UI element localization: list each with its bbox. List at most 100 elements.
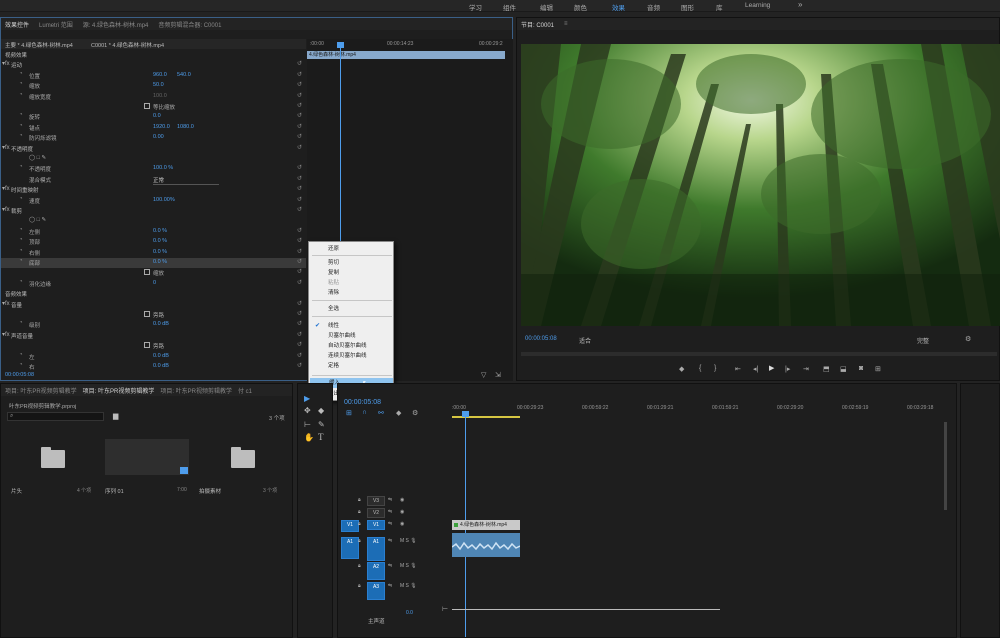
sync-lock-icon[interactable]: ⇋	[388, 521, 392, 527]
menu-continuous-bezier[interactable]: 连续贝塞尔曲线	[309, 351, 395, 361]
tab-project-extra[interactable]: 付 c1	[238, 386, 252, 395]
effect-row[interactable]: 右 ◔ 0.0 dB ↺	[1, 362, 306, 372]
effect-property-value-y[interactable]: 1080.0	[177, 124, 194, 130]
type-tool-icon[interactable]: T	[318, 432, 324, 442]
slip-tool-icon[interactable]: ⊢	[304, 420, 311, 429]
effect-property-value[interactable]: 0.0 %	[153, 228, 167, 234]
bin-thumbnail[interactable]	[7, 426, 97, 482]
effect-property-value[interactable]: 50.0	[153, 82, 164, 88]
lock-track-icon[interactable]: 🔒︎	[358, 538, 361, 544]
tab-lumetri-scopes[interactable]: Lumetri 范围	[39, 20, 73, 29]
tab-audio-clip-mixer[interactable]: 音频剪辑混合器: C0001	[158, 20, 221, 29]
effect-row[interactable]: 级别 ◔ 0.0 dB ↺	[1, 320, 306, 330]
menu-auto-bezier[interactable]: 自动贝塞尔曲线	[309, 341, 395, 351]
effect-property-value[interactable]: 0.0 %	[153, 249, 167, 255]
lock-track-icon[interactable]: 🔒︎	[358, 521, 361, 527]
mute-solo-voice-icon[interactable]: M S 🎙︎	[400, 538, 417, 544]
lock-track-icon[interactable]: 🔒︎	[358, 509, 361, 515]
checkbox[interactable]	[144, 311, 150, 317]
effect-row[interactable]: 不透明度 ◔ 100.0 % ↺	[1, 164, 306, 174]
effect-row[interactable]: 旁路 ↺	[1, 341, 306, 351]
export-frame-icon[interactable]: ◙	[859, 365, 863, 372]
add-icon[interactable]: ⊞	[875, 365, 881, 373]
mark-in-icon[interactable]: {	[699, 365, 701, 372]
reset-parameter-icon[interactable]: ↺	[297, 341, 302, 348]
reset-parameter-icon[interactable]: ↺	[297, 81, 302, 88]
hand-tool-icon[interactable]: ✋	[304, 433, 314, 442]
master-clip-label[interactable]: 主要 * 4.绿色森林-树林.mp4	[5, 41, 73, 49]
effect-property-value[interactable]: 0.0 dB	[153, 321, 169, 327]
stopwatch-icon[interactable]: ◔	[19, 196, 23, 202]
workspace-tab[interactable]: 编辑	[540, 2, 553, 12]
ec-filter-icon[interactable]: ▽	[481, 371, 486, 379]
reset-parameter-icon[interactable]: ↺	[297, 206, 302, 213]
go-to-in-icon[interactable]: ⊢	[442, 605, 448, 613]
reset-parameter-icon[interactable]: ↺	[297, 352, 302, 359]
go-to-out-icon[interactable]: ⇥	[803, 365, 809, 373]
timeline-ruler[interactable]: :00:00 00:00:29:23 00:00:59:22 00:01:29:21 0…	[452, 404, 952, 418]
reset-parameter-icon[interactable]: ↺	[297, 362, 302, 369]
workspace-tab[interactable]: 库	[716, 2, 723, 12]
tab-source[interactable]: 源: 4.绿色森林-树林.mp4	[83, 20, 149, 29]
effect-row[interactable]: 缩放 ↺	[1, 268, 306, 278]
settings-wrench-icon[interactable]: ⚙	[965, 335, 971, 343]
checkbox[interactable]	[144, 103, 150, 109]
mute-solo-voice-icon[interactable]: M S 🎙︎	[400, 563, 417, 569]
reset-parameter-icon[interactable]: ↺	[297, 258, 302, 265]
mark-out-icon[interactable]: }	[714, 365, 716, 372]
source-patch-a1[interactable]: A1	[341, 537, 359, 559]
tab-effect-controls[interactable]: 效果控件	[5, 20, 29, 29]
effect-row[interactable]: 音频效果	[1, 289, 306, 299]
snap-icon[interactable]: ∩	[362, 409, 367, 416]
stopwatch-icon[interactable]: ◔	[19, 71, 23, 77]
lock-track-icon[interactable]: 🔒︎	[358, 497, 361, 503]
reset-parameter-icon[interactable]: ↺	[297, 71, 302, 78]
lift-icon[interactable]: ⬒	[823, 365, 830, 373]
mask-tools-icon[interactable]: ◯ □ ✎	[29, 155, 46, 161]
workspace-tab-active[interactable]: 效果	[612, 2, 625, 12]
quality-select[interactable]: 完整	[917, 336, 929, 345]
menu-select-all[interactable]: 全选	[309, 304, 395, 314]
sync-lock-icon[interactable]: ⇋	[388, 538, 392, 544]
menu-copy[interactable]: 复制	[309, 268, 395, 278]
master-level-value[interactable]: 0.0	[406, 610, 413, 616]
reset-parameter-icon[interactable]: ↺	[297, 248, 302, 255]
selection-tool-icon[interactable]: ▶	[304, 394, 310, 403]
toggle-output-eye-icon[interactable]: ◉	[400, 497, 404, 503]
stopwatch-icon[interactable]: ◔	[19, 248, 23, 254]
menu-linear[interactable]: ✔ 线性	[309, 321, 395, 331]
effect-row[interactable]: 视频效果	[1, 50, 306, 60]
stopwatch-icon[interactable]: ◔	[19, 227, 23, 233]
step-back-icon[interactable]: ◂|	[753, 365, 758, 373]
timeline-settings-icon[interactable]: ⚙	[412, 409, 418, 417]
stopwatch-icon[interactable]: ◔	[19, 112, 23, 118]
effect-property-value[interactable]: 100.00%	[153, 197, 175, 203]
toggle-output-eye-icon[interactable]: ◉	[400, 509, 404, 515]
reset-parameter-icon[interactable]: ↺	[297, 310, 302, 317]
play-icon[interactable]: ▶	[769, 364, 774, 372]
effect-row[interactable]: 羽化边缘 ◔ 0 ↺	[1, 279, 306, 289]
checkbox[interactable]	[144, 342, 150, 349]
reset-parameter-icon[interactable]: ↺	[297, 227, 302, 234]
reset-parameter-icon[interactable]: ↺	[297, 92, 302, 99]
reset-parameter-icon[interactable]: ↺	[297, 279, 302, 286]
track-target-v1[interactable]: V1	[367, 520, 385, 530]
stopwatch-icon[interactable]: ◔	[19, 352, 23, 358]
ec-export-icon[interactable]: ⇲	[495, 371, 501, 379]
lock-track-icon[interactable]: 🔒︎	[358, 563, 361, 569]
effect-row[interactable]: ◯ □ ✎	[1, 154, 306, 164]
step-forward-icon[interactable]: |▸	[785, 365, 790, 373]
sync-lock-icon[interactable]: ⇋	[388, 563, 392, 569]
track-target-a1[interactable]: A1	[367, 537, 385, 561]
reset-parameter-icon[interactable]: ↺	[297, 164, 302, 171]
stopwatch-icon[interactable]: ◔	[19, 237, 23, 243]
menu-clear[interactable]: 清除	[309, 288, 395, 298]
stopwatch-icon[interactable]: ◔	[19, 133, 23, 139]
effect-property-value[interactable]: 0.0 %	[153, 259, 167, 265]
track-target-a2[interactable]: A2	[367, 562, 385, 580]
menu-cut[interactable]: 剪切	[309, 258, 395, 268]
audio-clip[interactable]	[452, 533, 520, 557]
master-volume-line[interactable]	[452, 609, 720, 610]
reset-parameter-icon[interactable]: ↺	[297, 144, 302, 151]
sequence-name[interactable]: 序列 01	[105, 487, 124, 495]
